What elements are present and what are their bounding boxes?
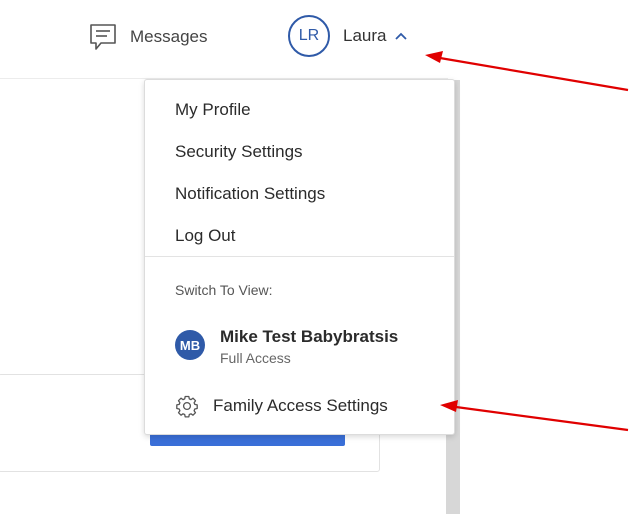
menu-item-security-settings[interactable]: Security Settings (175, 142, 303, 162)
menu-item-notification-settings[interactable]: Notification Settings (175, 184, 325, 204)
user-menu-button[interactable]: LR Laura (288, 15, 408, 57)
messages-link[interactable]: Messages (88, 22, 207, 52)
account-access-level: Full Access (220, 350, 291, 366)
menu-item-my-profile[interactable]: My Profile (175, 100, 251, 120)
account-avatar: MB (175, 330, 205, 360)
user-name: Laura (343, 26, 387, 45)
annotation-arrow-bottom (440, 400, 629, 432)
gear-icon (176, 395, 198, 418)
family-access-settings-label: Family Access Settings (213, 396, 388, 415)
messages-label: Messages (130, 27, 208, 46)
account-name: Mike Test Babybratsis (220, 327, 399, 346)
account-switch-item[interactable]: MB Mike Test Babybratsis Full Access (175, 327, 398, 366)
menu-divider (145, 256, 454, 257)
avatar: LR (288, 15, 330, 57)
chevron-up-icon (395, 32, 408, 40)
message-icon (90, 24, 116, 50)
menu-item-log-out[interactable]: Log Out (175, 226, 236, 246)
switch-to-view-label: Switch To View: (175, 282, 273, 298)
user-dropdown-menu: My Profile Security Settings Notificatio… (144, 79, 455, 435)
family-access-settings-link[interactable]: Family Access Settings (175, 394, 388, 418)
